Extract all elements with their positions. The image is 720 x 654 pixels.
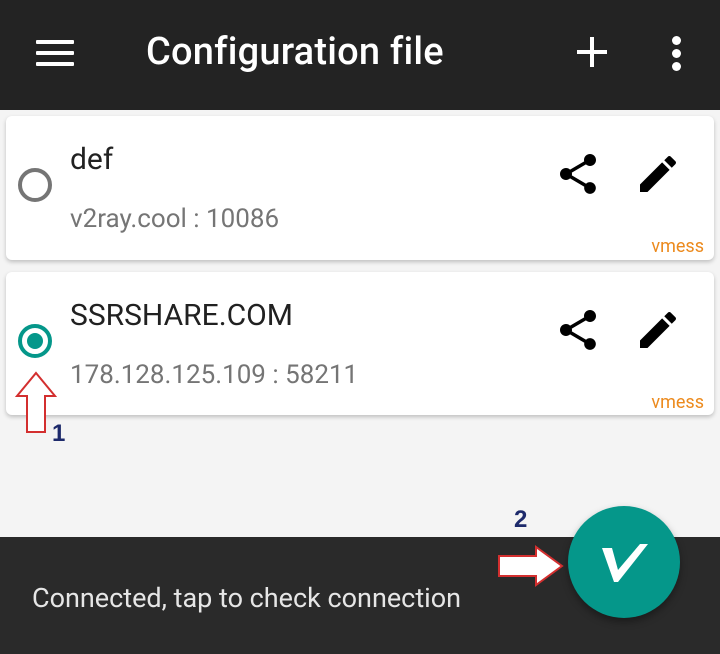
server-address: 178.128.125.109 : 58211 <box>70 360 359 390</box>
share-icon[interactable] <box>554 306 602 354</box>
hamburger-menu-icon[interactable] <box>36 38 76 68</box>
server-select-radio-selected[interactable] <box>18 324 52 358</box>
server-address: v2ray.cool : 10086 <box>70 204 280 234</box>
connection-status-message[interactable]: Connected, tap to check connection <box>32 582 461 614</box>
edit-icon[interactable] <box>634 150 682 198</box>
annotation-number-1: 1 <box>52 420 66 447</box>
server-name: SSRSHARE.COM <box>70 298 293 333</box>
add-config-button[interactable] <box>574 34 610 70</box>
connect-fab-button[interactable] <box>568 506 680 618</box>
share-icon[interactable] <box>554 150 602 198</box>
server-name: def <box>70 142 114 177</box>
server-card-ssrshare[interactable]: SSRSHARE.COM 178.128.125.109 : 58211 vme… <box>6 272 714 415</box>
annotation-number-2: 2 <box>514 506 528 533</box>
server-card-def[interactable]: def v2ray.cool : 10086 vmess <box>6 116 714 260</box>
more-options-icon[interactable] <box>668 36 684 72</box>
page-title: Configuration file <box>146 30 444 74</box>
edit-icon[interactable] <box>634 306 682 354</box>
app-bar: Configuration file <box>0 0 720 110</box>
annotation-arrow-right-icon <box>498 545 564 587</box>
v2ray-logo-icon <box>602 544 648 582</box>
protocol-label: vmess <box>651 236 704 257</box>
server-select-radio[interactable] <box>18 168 52 202</box>
protocol-label: vmess <box>651 392 704 413</box>
